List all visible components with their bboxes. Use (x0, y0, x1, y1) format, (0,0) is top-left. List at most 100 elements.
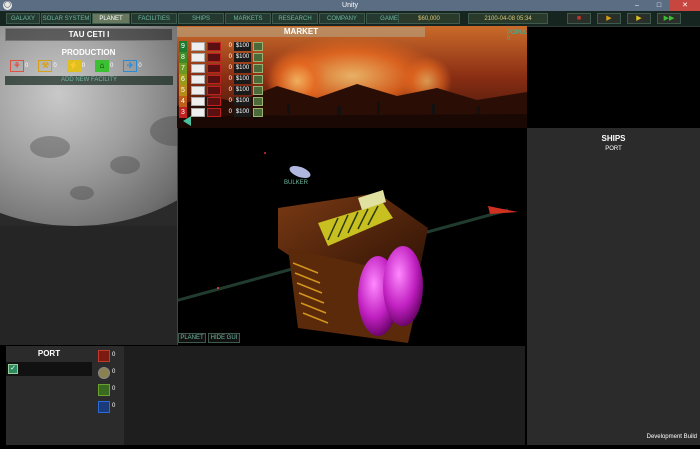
market-row: 5 0 $100 (179, 85, 267, 96)
minimize-button[interactable]: – (626, 0, 648, 11)
market-panel: MARKET POPULATION: 0 9 0 $100 8 0 $100 7… (177, 26, 527, 128)
market-price: $100 (234, 75, 251, 84)
supply-bar (207, 64, 221, 73)
market-price: $100 (234, 53, 251, 62)
resource-value: 0 (112, 369, 116, 375)
top-navigation-bar: GALAXY SOLAR SYSTEM PLANET FACILITIES SH… (0, 11, 700, 27)
research-icon: ✈ (123, 60, 138, 72)
port-resource: 0 (98, 350, 120, 364)
tab-company[interactable]: COMPANY (319, 13, 365, 24)
supply-bar (207, 53, 221, 62)
pause-button[interactable]: ■ (567, 13, 591, 24)
cargo-icon (98, 401, 110, 413)
ship-viewport[interactable]: BULKER (177, 128, 526, 345)
planet-name: TAU CETI I (68, 30, 110, 39)
production-count: 0 (138, 63, 142, 69)
production-item[interactable]: ⚒ 0 (38, 60, 57, 72)
market-row-number: 7 (179, 63, 187, 74)
production-item[interactable]: ⚡ 0 (66, 60, 86, 72)
port-title: PORT (37, 349, 61, 358)
production-count: 0 (110, 63, 114, 69)
ships-panel: SHIPS PORT Development Build (527, 128, 700, 445)
trade-button[interactable] (253, 53, 263, 62)
production-item[interactable]: ⚘ 0 (10, 60, 28, 72)
market-price: $100 (234, 86, 251, 95)
mining-icon: ⚒ (38, 60, 53, 72)
production-row: ⚘ 0 ⚒ 0 ⚡ 0 ⌂ 0 ✈ 0 (10, 60, 142, 72)
market-price: $100 (234, 108, 251, 117)
scroll-left-icon[interactable] (183, 116, 191, 126)
tab-ships[interactable]: SHIPS (178, 13, 224, 24)
market-qty: 0 (228, 65, 232, 71)
supply-bar (207, 86, 221, 95)
crater (30, 136, 70, 158)
supply-bar (207, 42, 221, 51)
crew-icon (98, 350, 110, 362)
trade-button[interactable] (253, 64, 263, 73)
fuel-icon (98, 367, 110, 379)
production-count: 0 (53, 63, 57, 69)
supply-bar (207, 75, 221, 84)
market-row: 6 0 $100 (179, 74, 267, 85)
market-qty: 0 (228, 43, 232, 49)
production-item[interactable]: ⌂ 0 (95, 60, 113, 72)
window-controls: – □ ✕ (626, 0, 700, 11)
bottom-detail-panel (124, 346, 525, 445)
play-button[interactable]: ▶ (627, 13, 651, 24)
tab-facilities[interactable]: FACILITIES (131, 13, 177, 24)
trade-button[interactable] (253, 86, 263, 95)
tab-galaxy[interactable]: GALAXY (6, 13, 40, 24)
factory-icon: ⌂ (95, 60, 110, 72)
commodity-icon (191, 86, 205, 95)
crater (110, 156, 140, 174)
production-count: 0 (25, 63, 29, 69)
commodity-icon (191, 75, 205, 84)
port-resource: 0 (98, 401, 120, 415)
tab-solar-system[interactable]: SOLAR SYSTEM (41, 13, 91, 24)
market-title: MARKET (177, 27, 425, 37)
ship-label[interactable]: BULKER (284, 180, 308, 186)
trade-button[interactable] (253, 42, 263, 51)
trade-button[interactable] (253, 97, 263, 106)
port-resource: 0 (98, 367, 120, 381)
left-info-panel (0, 226, 177, 345)
market-row: 8 0 $100 (179, 52, 267, 63)
market-qty: 0 (228, 54, 232, 60)
hide-gui-button[interactable]: HIDE GUI (208, 333, 240, 343)
food-icon: ⚘ (10, 60, 24, 72)
supply-bar (207, 97, 221, 106)
tab-markets[interactable]: MARKETS (225, 13, 271, 24)
trade-button[interactable] (253, 108, 263, 117)
market-row: 3 0 $100 (179, 107, 267, 118)
ships-location: PORT (605, 146, 622, 152)
commodity-icon (191, 97, 205, 106)
maximize-button[interactable]: □ (648, 0, 670, 11)
production-count: 0 (81, 63, 86, 69)
window-titlebar: ◯ Unity – □ ✕ (0, 0, 700, 11)
resource-value: 0 (112, 352, 116, 358)
production-title: PRODUCTION (61, 48, 116, 57)
commodity-icon (191, 108, 205, 117)
market-row-number: 9 (179, 41, 187, 52)
commodity-icon (191, 53, 205, 62)
ammo-icon (98, 384, 110, 396)
market-price: $100 (234, 64, 251, 73)
close-button[interactable]: ✕ (670, 0, 700, 11)
market-price: $100 (234, 42, 251, 51)
crater (150, 116, 177, 146)
port-slot[interactable]: ✓ (6, 362, 92, 376)
planet-view-button[interactable]: PLANET (178, 333, 206, 343)
fast-forward-button[interactable]: ▶▶ (657, 13, 681, 24)
window-title: Unity (342, 2, 358, 9)
supply-bar (207, 108, 221, 117)
trade-button[interactable] (253, 75, 263, 84)
market-qty: 0 (228, 76, 232, 82)
play-slow-button[interactable]: ▶ (597, 13, 621, 24)
production-item[interactable]: ✈ 0 (123, 60, 142, 72)
tab-research[interactable]: RESEARCH (272, 13, 318, 24)
resource-value: 0 (112, 403, 116, 409)
add-facility-button[interactable]: ADD NEW FACILITY (5, 76, 173, 85)
tab-planet[interactable]: PLANET (92, 13, 130, 24)
commodity-icon (191, 42, 205, 51)
market-row-number: 8 (179, 52, 187, 63)
